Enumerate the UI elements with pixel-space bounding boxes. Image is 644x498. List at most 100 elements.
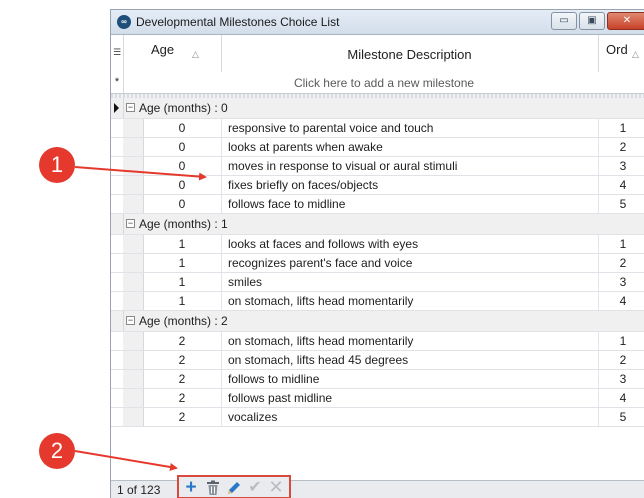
description-cell[interactable]: on stomach, lifts head momentarily xyxy=(228,334,413,348)
table-row[interactable]: 2 on stomach, lifts head momentarily 1 xyxy=(111,332,644,351)
column-divider xyxy=(221,273,222,291)
table-row[interactable]: 2 follows past midline 4 xyxy=(111,389,644,408)
collapse-icon[interactable]: − xyxy=(126,219,135,228)
cancel-button[interactable]: ✕ xyxy=(266,478,286,497)
record-toolbar: + ✔ ✕ xyxy=(177,475,291,498)
row-selector[interactable] xyxy=(111,311,124,331)
group-row[interactable]: − Age (months) : 1 xyxy=(111,214,644,235)
age-cell[interactable]: 1 xyxy=(143,294,221,308)
ord-cell[interactable]: 5 xyxy=(598,410,644,424)
ord-cell[interactable]: 1 xyxy=(598,237,644,251)
age-cell[interactable]: 1 xyxy=(143,237,221,251)
description-cell[interactable]: follows past midline xyxy=(228,391,332,405)
description-cell[interactable]: follows to midline xyxy=(228,372,319,386)
ord-cell[interactable]: 2 xyxy=(598,140,644,154)
column-divider xyxy=(221,408,222,426)
column-divider xyxy=(221,292,222,310)
ord-cell[interactable]: 3 xyxy=(598,275,644,289)
sort-ascending-icon: △ xyxy=(192,49,199,59)
age-cell[interactable]: 0 xyxy=(143,159,221,173)
row-selector[interactable] xyxy=(111,98,124,118)
age-cell[interactable]: 1 xyxy=(143,275,221,289)
maximize-button[interactable]: ▣ xyxy=(579,12,605,30)
grid-footer: 1 of 123 + ✔ ✕ xyxy=(111,475,644,498)
age-cell[interactable]: 1 xyxy=(143,256,221,270)
column-divider xyxy=(221,254,222,272)
ord-cell[interactable]: 2 xyxy=(598,256,644,270)
group-indent xyxy=(123,389,144,407)
ord-cell[interactable]: 4 xyxy=(598,391,644,405)
record-count: 1 of 123 xyxy=(117,483,161,497)
column-header-ord[interactable]: Ord △ xyxy=(598,35,644,72)
description-cell[interactable]: smiles xyxy=(228,275,262,289)
age-cell[interactable]: 2 xyxy=(143,334,221,348)
collapse-icon[interactable]: − xyxy=(126,316,135,325)
group-label: Age (months) : 2 xyxy=(139,314,228,328)
minimize-button[interactable]: ▭ xyxy=(551,12,577,30)
edit-button[interactable] xyxy=(224,478,244,497)
group-row[interactable]: − Age (months) : 0 xyxy=(111,98,644,119)
description-cell[interactable]: recognizes parent's face and voice xyxy=(228,256,412,270)
table-row[interactable]: 0 fixes briefly on faces/objects 4 xyxy=(111,176,644,195)
grid-header: ☰ Age △ Milestone Description Ord △ xyxy=(111,35,644,73)
column-header-description[interactable]: Milestone Description xyxy=(221,35,599,72)
age-cell[interactable]: 0 xyxy=(143,121,221,135)
group-indent xyxy=(123,332,144,350)
age-cell[interactable]: 0 xyxy=(143,178,221,192)
ord-cell[interactable]: 3 xyxy=(598,372,644,386)
description-cell[interactable]: fixes briefly on faces/objects xyxy=(228,178,378,192)
table-row[interactable]: 1 recognizes parent's face and voice 2 xyxy=(111,254,644,273)
title-bar[interactable]: ∞ Developmental Milestones Choice List ▭… xyxy=(111,10,644,35)
column-divider xyxy=(221,157,222,175)
description-cell[interactable]: looks at faces and follows with eyes xyxy=(228,237,418,251)
group-indent xyxy=(123,351,144,369)
ord-cell[interactable]: 2 xyxy=(598,353,644,367)
table-row[interactable]: 0 moves in response to visual or aural st… xyxy=(111,157,644,176)
table-row[interactable]: 2 on stomach, lifts head 45 degrees 2 xyxy=(111,351,644,370)
column-header-age[interactable]: Age △ xyxy=(123,35,222,72)
delete-button[interactable] xyxy=(203,478,223,497)
new-milestone-row[interactable]: * Click here to add a new milestone xyxy=(111,72,644,94)
ord-cell[interactable]: 1 xyxy=(598,121,644,135)
table-row[interactable]: 0 looks at parents when awake 2 xyxy=(111,138,644,157)
collapse-icon[interactable]: − xyxy=(126,103,135,112)
table-row[interactable]: 1 on stomach, lifts head momentarily 4 xyxy=(111,292,644,311)
table-row[interactable]: 2 follows to midline 3 xyxy=(111,370,644,389)
description-cell[interactable]: looks at parents when awake xyxy=(228,140,383,154)
age-cell[interactable]: 2 xyxy=(143,391,221,405)
age-cell[interactable]: 0 xyxy=(143,197,221,211)
ord-cell[interactable]: 5 xyxy=(598,197,644,211)
description-cell[interactable]: on stomach, lifts head 45 degrees xyxy=(228,353,408,367)
sort-ascending-icon: △ xyxy=(632,49,639,59)
table-row[interactable]: 0 follows face to midline 5 xyxy=(111,195,644,214)
milestones-window: ∞ Developmental Milestones Choice List ▭… xyxy=(110,9,644,498)
table-row[interactable]: 2 vocalizes 5 xyxy=(111,408,644,427)
group-indent xyxy=(123,273,144,291)
description-cell[interactable]: responsive to parental voice and touch xyxy=(228,121,433,135)
callout-badge-1: 1 xyxy=(39,147,75,183)
row-selector[interactable] xyxy=(111,214,124,234)
close-button[interactable]: ✕ xyxy=(607,12,644,30)
ord-cell[interactable]: 4 xyxy=(598,294,644,308)
group-indent xyxy=(123,370,144,388)
add-button[interactable]: + xyxy=(181,478,201,497)
new-milestone-prompt[interactable]: Click here to add a new milestone xyxy=(123,76,644,90)
age-cell[interactable]: 2 xyxy=(143,353,221,367)
group-row[interactable]: − Age (months) : 2 xyxy=(111,311,644,332)
age-cell[interactable]: 2 xyxy=(143,410,221,424)
table-row[interactable]: 1 looks at faces and follows with eyes 1 xyxy=(111,235,644,254)
ord-cell[interactable]: 4 xyxy=(598,178,644,192)
ord-cell[interactable]: 3 xyxy=(598,159,644,173)
description-cell[interactable]: moves in response to visual or aural sti… xyxy=(228,159,457,173)
table-row[interactable]: 0 responsive to parental voice and touch 1 xyxy=(111,119,644,138)
table-row[interactable]: 1 smiles 3 xyxy=(111,273,644,292)
age-cell[interactable]: 0 xyxy=(143,140,221,154)
column-divider xyxy=(221,370,222,388)
ord-cell[interactable]: 1 xyxy=(598,334,644,348)
trash-icon xyxy=(207,480,219,495)
age-cell[interactable]: 2 xyxy=(143,372,221,386)
description-cell[interactable]: follows face to midline xyxy=(228,197,345,211)
save-button[interactable]: ✔ xyxy=(245,478,265,497)
description-cell[interactable]: vocalizes xyxy=(228,410,277,424)
description-cell[interactable]: on stomach, lifts head momentarily xyxy=(228,294,413,308)
